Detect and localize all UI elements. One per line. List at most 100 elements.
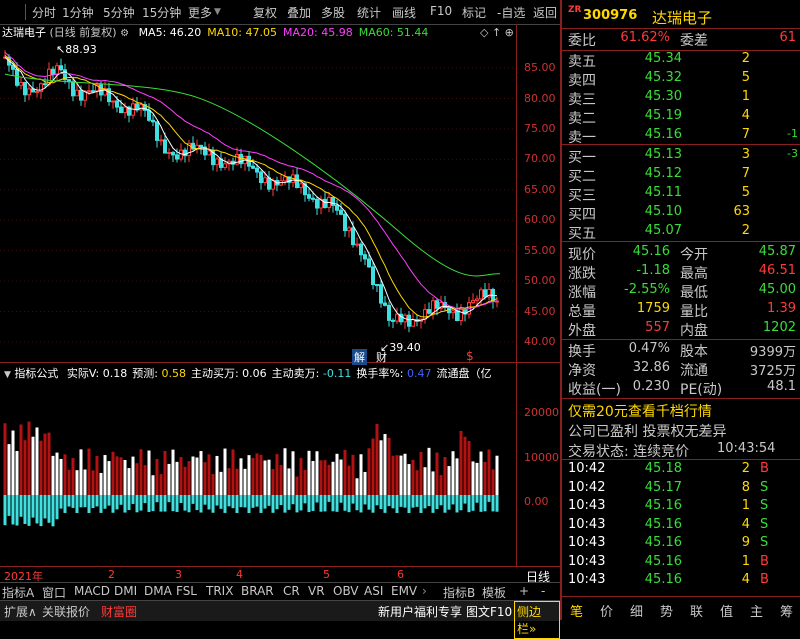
settings-gear-icon[interactable]: ⚙ [120, 28, 129, 39]
order-level-row[interactable]: 卖三 45.30 1 [562, 89, 800, 108]
panel-tab[interactable]: 值 [720, 601, 733, 620]
tab-vr[interactable]: VR [308, 584, 325, 598]
level-label: 买一 [568, 150, 596, 166]
tab-indicator-b[interactable]: 指标B [443, 584, 475, 601]
tick-row[interactable]: 10:42 45.18 2 B [562, 461, 800, 479]
volume-bar [143, 465, 147, 495]
chart-period: (日线 前复权) [49, 26, 117, 39]
toolbar-overlay[interactable]: 叠加 [287, 4, 311, 21]
tab-dmi[interactable]: DMI [114, 584, 137, 598]
indicator-collapse-icon[interactable]: ▼ [4, 370, 11, 380]
volume-bar [227, 468, 231, 495]
tab-fsl[interactable]: FSL [176, 584, 197, 598]
chevron-down-icon[interactable]: ▼ [214, 7, 221, 17]
sell-volume-bar [327, 495, 331, 502]
tick-row[interactable]: 10:43 45.16 4 B [562, 572, 800, 590]
tick-row[interactable]: 10:43 45.16 1 B [562, 554, 800, 572]
tick-row[interactable]: 10:43 45.16 4 S [562, 517, 800, 535]
wealth-circle-button[interactable]: 财富圈 [101, 603, 137, 620]
volume-bar [155, 458, 159, 495]
tab-cr[interactable]: CR [283, 584, 300, 598]
candle-body [339, 209, 343, 215]
tab-dma[interactable]: DMA [144, 584, 172, 598]
price-chart[interactable] [0, 40, 520, 362]
sell-volume-bar [99, 495, 103, 513]
level2-promo[interactable]: 仅需20元查看千档行情 [568, 401, 712, 421]
tab-trix[interactable]: TRIX [206, 584, 233, 598]
toolbar-mark[interactable]: 标记 [462, 4, 486, 21]
tick-price: 45.18 [644, 461, 682, 476]
stat-label: 内盘 [680, 323, 708, 339]
candlestick-chart[interactable] [0, 40, 520, 362]
panel-tab[interactable]: 价 [600, 601, 613, 620]
toolbar-more[interactable]: 更多 [188, 4, 212, 21]
candle-body [15, 68, 19, 86]
panel-tab[interactable]: 势 [660, 601, 673, 620]
toolbar-back[interactable]: 返回 [533, 4, 557, 21]
tick-row[interactable]: 10:43 45.16 1 S [562, 498, 800, 516]
tab-macd[interactable]: MACD [74, 584, 110, 598]
panel-tab[interactable]: 细 [630, 601, 643, 620]
tab-brar[interactable]: BRAR [241, 584, 274, 598]
candle-body [179, 149, 183, 160]
panel-tab[interactable]: 笔 [570, 601, 583, 620]
tab-template[interactable]: 模板 [482, 584, 506, 601]
toolbar-stats[interactable]: 统计 [357, 4, 381, 21]
zoom-out-button[interactable]: - [541, 584, 545, 598]
toolbar-15min[interactable]: 15分钟 [142, 4, 181, 21]
toolbar-multi[interactable]: 多股 [321, 4, 345, 21]
volume-bar [135, 463, 139, 495]
chart-control-icons[interactable]: ◇ ↑ ⊕ [480, 26, 514, 39]
order-level-row[interactable]: 卖四 45.32 5 [562, 70, 800, 89]
level-volume: 7 [741, 127, 750, 142]
order-level-row[interactable]: 买二 45.12 7 [562, 166, 800, 185]
volume-chart[interactable] [0, 380, 520, 565]
zoom-in-button[interactable]: + [519, 584, 529, 598]
tick-row[interactable]: 10:43 45.16 9 S [562, 535, 800, 553]
panel-tab[interactable]: 联 [690, 601, 703, 620]
tab-window[interactable]: 窗口 [42, 584, 66, 601]
order-level-row[interactable]: 买三 45.11 5 [562, 185, 800, 204]
tab-asi[interactable]: ASI [364, 584, 383, 598]
toolbar-watchlist[interactable]: -自选 [497, 4, 525, 21]
sidebar-button[interactable]: 侧边栏» [514, 601, 560, 639]
expand-button[interactable]: 扩展∧ [4, 603, 37, 620]
tab-obv[interactable]: OBV [333, 584, 359, 598]
finance-badge[interactable]: 财 [376, 349, 387, 365]
volume-bar [435, 452, 439, 495]
sell-volume-bar [67, 495, 71, 507]
toolbar-intraday[interactable]: 分时 [32, 4, 56, 21]
toolbar-1min[interactable]: 1分钟 [62, 4, 94, 21]
order-level-row[interactable]: 买四 45.10 63 [562, 204, 800, 223]
dividend-marker[interactable]: $ [466, 349, 474, 363]
new-user-promo-link[interactable]: 新用户福利专享 [378, 603, 462, 620]
toolbar-adjust[interactable]: 复权 [253, 4, 277, 21]
order-level-row[interactable]: 卖二 45.19 4 [562, 108, 800, 127]
tab-emv[interactable]: EMV [391, 584, 417, 598]
order-level-row[interactable]: 买五 45.07 2 [562, 223, 800, 242]
order-level-row[interactable]: 卖一 45.16 7 -1 [562, 127, 800, 146]
related-quotes-button[interactable]: 关联报价 [42, 603, 90, 620]
tick-row[interactable]: 10:42 45.17 8 S [562, 480, 800, 498]
panel-tab[interactable]: 筹 [780, 601, 793, 620]
order-level-row[interactable]: 买一 45.13 3 -3 [562, 147, 800, 166]
stat-value: 45.87 [758, 244, 796, 259]
sell-volume-bar [183, 495, 187, 511]
order-level-row[interactable]: 卖五 45.34 2 [562, 51, 800, 70]
promo-row[interactable]: 仅需20元查看千档行情 [562, 401, 800, 421]
volume-bar [391, 455, 395, 495]
toolbar-f10[interactable]: F10 [430, 4, 452, 18]
sell-volume-bar [475, 495, 479, 503]
tab-scroll-right-icon[interactable]: › [422, 584, 427, 598]
toolbar-5min[interactable]: 5分钟 [103, 4, 135, 21]
volume-bars[interactable] [0, 380, 520, 565]
toolbar-draw[interactable]: 画线 [392, 4, 416, 21]
volume-bar [83, 469, 87, 495]
panel-tab[interactable]: 主 [750, 601, 763, 620]
sell-volume-bar [135, 495, 139, 513]
graphic-f10-button[interactable]: 图文F10 [466, 603, 512, 620]
indicator-name[interactable]: 指标公式 [14, 367, 58, 380]
tab-indicator-a[interactable]: 指标A [2, 584, 34, 601]
price-axis-label: 60.00 [524, 213, 556, 226]
unlock-badge[interactable]: 解 [352, 349, 367, 365]
